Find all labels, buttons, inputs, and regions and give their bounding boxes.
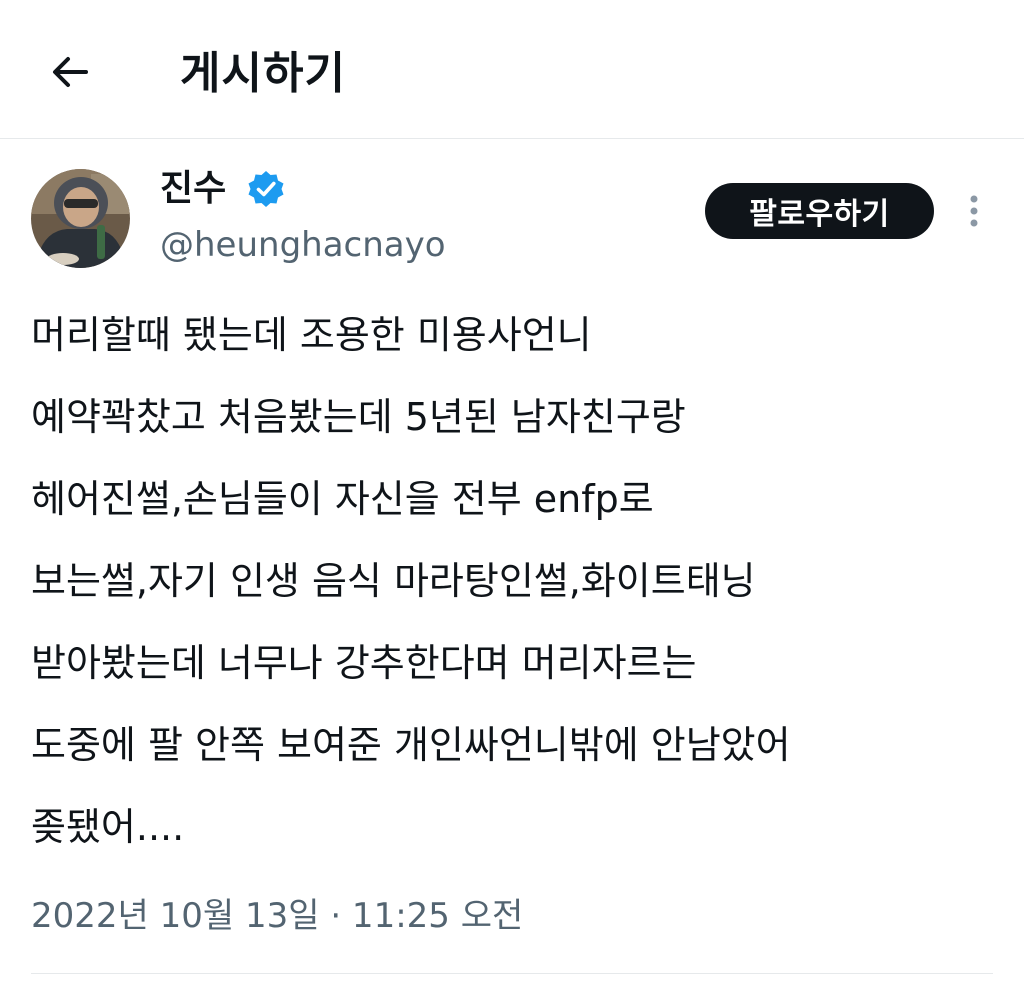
tweet-text-line: 도중에 팔 안쪽 보여준 개인싸언니밖에 안남았어	[31, 723, 791, 767]
more-options-button[interactable]	[960, 186, 988, 236]
tweet-text-line: 보는썰,자기 인생 음식 마라탕인썰,화이트태닝	[31, 559, 756, 603]
display-name[interactable]: 진수	[160, 164, 226, 214]
tweet-text-line: 헤어진썰,손님들이 자신을 전부 enfp로	[31, 477, 654, 521]
tweet-text-line: 머리할때 됐는데 조용한 미용사언니	[31, 313, 592, 357]
tweet-text-line: 받아봤는데 너무나 강추한다며 머리자르는	[31, 641, 697, 685]
profile-photo	[31, 169, 130, 268]
follow-button[interactable]: 팔로우하기	[705, 183, 934, 239]
arrow-left-icon	[53, 57, 88, 87]
back-button[interactable]	[42, 44, 98, 100]
divider	[31, 973, 993, 974]
user-handle[interactable]: @heunghacnayo	[160, 220, 446, 270]
page-title: 게시하기	[180, 48, 346, 99]
avatar[interactable]	[31, 169, 130, 268]
top-app-bar: 게시하기	[0, 0, 1024, 139]
tweet-text: 머리할때 됐는데 조용한 미용사언니 예약꽉찼고 처음봤는데 5년된 남자친구랑…	[31, 294, 1006, 868]
more-vertical-icon	[970, 195, 978, 227]
tweet-text-line: 예약꽉찼고 처음봤는데 5년된 남자친구랑	[31, 395, 686, 439]
tweet-timestamp[interactable]: 2022년 10월 13일 · 11:25 오전	[31, 888, 523, 944]
verified-badge-icon	[248, 171, 284, 207]
tweet-text-line: 좆됐어....	[31, 805, 185, 849]
